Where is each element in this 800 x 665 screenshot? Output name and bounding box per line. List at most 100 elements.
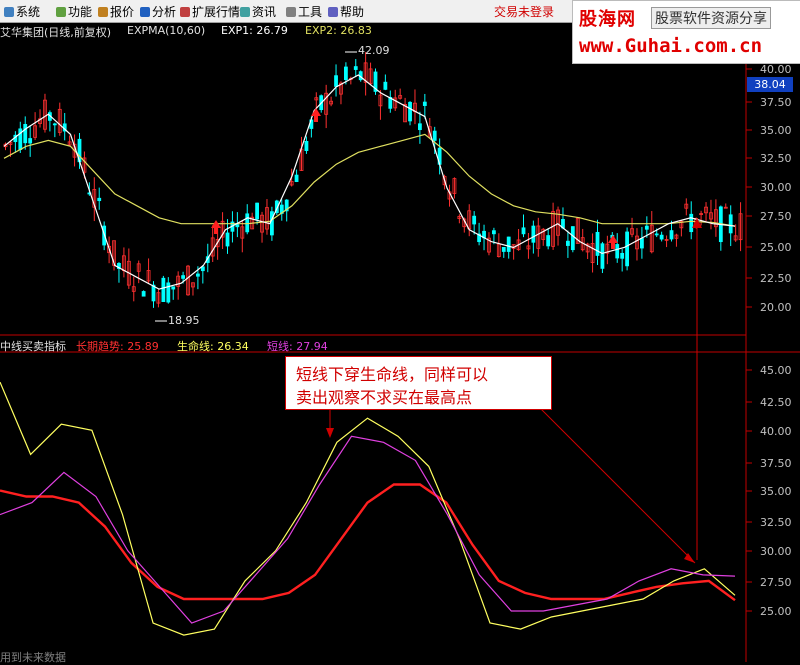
candle-body — [689, 213, 694, 233]
vertical-signal-arrowhead — [692, 218, 702, 228]
candle-body — [620, 252, 625, 259]
candle-body — [383, 81, 388, 90]
trade-status-link[interactable]: 交易未登录 — [494, 3, 554, 20]
candle-body — [570, 226, 575, 251]
candle-body — [343, 66, 348, 80]
menu-item-6[interactable]: 工具 — [286, 3, 322, 20]
main-y-tick-label: 32.50 — [760, 152, 792, 165]
candle-body — [141, 291, 146, 297]
menu-item-5[interactable]: 资讯 — [240, 3, 276, 20]
annotation-line-1: 短线下穿生命线，同样可以 — [296, 365, 489, 384]
main-y-tick-label: 20.00 — [760, 301, 792, 314]
candle-body — [521, 227, 526, 235]
annotation-pointer — [539, 407, 696, 564]
candle-body — [600, 243, 605, 269]
candle-body — [654, 233, 659, 236]
menu-item-label: 资讯 — [252, 5, 277, 19]
extended-quote-icon — [180, 6, 190, 17]
candle-body — [225, 232, 230, 247]
main-y-tick-label: 27.50 — [760, 210, 792, 223]
candle-body — [417, 123, 422, 131]
menu-item-label: 帮助 — [340, 5, 365, 19]
news-icon — [240, 6, 250, 17]
candle-body — [546, 235, 551, 247]
bottom-hint: 用到未来数据 — [0, 651, 66, 664]
watermark-banner: 股海网 股票软件资源分享 www.Guhai.com.cn — [572, 0, 800, 64]
indicator-y-tick-label: 42.50 — [760, 396, 792, 409]
candle-body — [659, 234, 664, 240]
candle-body — [353, 66, 358, 70]
candle-body — [491, 230, 496, 235]
current-price-badge: 38.04 — [747, 77, 793, 92]
indicator-y-tick-label: 32.50 — [760, 516, 792, 529]
candle-body — [728, 214, 733, 234]
menu-item-label: 工具 — [298, 5, 323, 19]
main-y-tick-label: 40.00 — [760, 63, 792, 76]
indicator-y-tick-label: 40.00 — [760, 425, 792, 438]
candle-body — [501, 247, 506, 252]
candle-body — [195, 273, 200, 277]
annotation-arrowhead — [684, 553, 695, 563]
short-line-value: 短线: 27.94 — [267, 340, 328, 353]
indicator-y-tick-label: 35.00 — [760, 485, 792, 498]
candle-body — [171, 286, 176, 290]
candle-body — [97, 197, 102, 202]
expma-label: EXPMA(10,60) — [127, 24, 206, 37]
stock-title: 艾华集团(日线,前复权) — [0, 26, 112, 39]
candle-body — [161, 277, 166, 303]
watermark-url: www.Guhai.com.cn — [579, 35, 763, 57]
exp2-value: EXP2: 26.83 — [305, 24, 372, 37]
quote-icon — [98, 6, 108, 17]
indicator-y-tick-label: 37.50 — [760, 457, 792, 470]
candle-body — [269, 211, 274, 236]
menu-item-3[interactable]: 分析 — [140, 3, 176, 20]
indicator-y-tick-label: 25.00 — [760, 605, 792, 618]
menu-item-7[interactable]: 帮助 — [328, 3, 364, 20]
candle-body — [408, 101, 412, 122]
indicator-y-tick-label: 30.00 — [760, 545, 792, 558]
exp2-line — [3, 133, 736, 227]
help-icon — [328, 6, 338, 17]
life-line — [0, 381, 736, 636]
peak-arrowhead — [326, 428, 334, 438]
candle-body — [566, 240, 570, 246]
function-icon — [56, 6, 66, 17]
candle-body — [23, 123, 28, 144]
menu-item-1[interactable]: 功能 — [56, 3, 92, 20]
system-icon — [4, 6, 14, 17]
candle-body — [432, 130, 437, 141]
life-line-value: 生命线: 26.34 — [177, 340, 249, 353]
tools-icon — [286, 6, 296, 17]
candle-body — [334, 75, 338, 87]
indicator-y-tick-label: 45.00 — [760, 364, 792, 377]
analysis-icon — [140, 6, 150, 17]
watermark-tagline: 股票软件资源分享 — [651, 7, 771, 29]
annotation-line-2: 卖出观察不求买在最高点 — [296, 388, 473, 407]
menu-item-label: 系统 — [16, 5, 41, 19]
candle-body — [669, 230, 674, 240]
candle-body — [422, 101, 427, 106]
menu-item-label: 分析 — [152, 5, 177, 19]
menu-item-label: 扩展行情 — [192, 5, 241, 19]
indicator-title: 中线买卖指标 — [0, 340, 66, 353]
watermark-brand: 股海网 — [579, 9, 636, 30]
long-trend-value: 长期趋势: 25.89 — [76, 340, 159, 353]
low-price-label: 18.95 — [168, 314, 200, 327]
menu-item-4[interactable]: 扩展行情 — [180, 3, 240, 20]
candle-body — [472, 215, 477, 225]
candle-body — [506, 236, 511, 252]
menu-item-2[interactable]: 报价 — [98, 3, 134, 20]
main-y-tick-label: 37.50 — [760, 96, 792, 109]
exp1-value: EXP1: 26.79 — [221, 24, 288, 37]
candle-body — [255, 202, 260, 220]
candle-body — [28, 138, 33, 144]
candle-body — [181, 275, 186, 279]
menu-item-0[interactable]: 系统 — [4, 3, 40, 20]
annotation-box: 短线下穿生命线，同样可以 卖出观察不求买在最高点 — [285, 356, 552, 410]
candle-body — [640, 238, 644, 249]
candle-body — [235, 224, 240, 228]
high-price-label: 42.09 — [358, 44, 390, 57]
candle-body — [531, 225, 536, 243]
menu-item-label: 报价 — [110, 5, 135, 19]
candle-body — [151, 284, 156, 302]
